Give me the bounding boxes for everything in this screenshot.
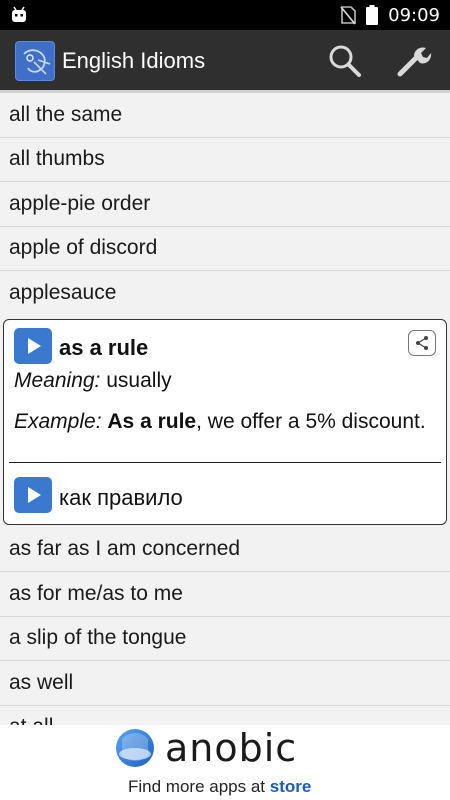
meaning-label: Meaning: (14, 368, 101, 392)
status-bar: 09:09 (0, 0, 450, 30)
play-icon[interactable] (14, 327, 52, 364)
idiom-list[interactable]: all the same all thumbs apple-pie order … (0, 93, 450, 725)
example-text: Example: As a rule, we offer a 5% discou… (14, 406, 434, 438)
ad-store-link[interactable]: store (270, 777, 312, 796)
list-item[interactable]: as far as I am concerned (0, 528, 450, 572)
meaning-text: Meaning: usually (14, 369, 172, 393)
list-item[interactable]: at all (0, 706, 450, 725)
list-item[interactable]: as for me/as to me (0, 572, 450, 617)
expanded-idiom-card[interactable]: as a rule Meaning: usually Example: As a… (3, 318, 447, 525)
app-title: English Idioms (62, 48, 206, 73)
list-item[interactable]: a slip of the tongue (0, 617, 450, 661)
example-label: Example: (14, 409, 102, 433)
battery-icon (366, 5, 379, 25)
example-rest: , we offer a 5% discount. (196, 409, 426, 433)
ad-tagline: Find more apps at store (128, 777, 312, 796)
play-icon[interactable] (14, 476, 52, 513)
idiom-title: as a rule (59, 334, 149, 360)
anobic-logo-icon (116, 729, 154, 767)
share-icon[interactable] (408, 329, 436, 356)
translation-text: как правило (59, 484, 183, 510)
list-item[interactable]: as well (0, 661, 450, 706)
list-item[interactable]: all thumbs (0, 138, 450, 182)
example-idiom: As a rule (107, 409, 197, 433)
list-item[interactable]: applesauce (0, 271, 450, 316)
no-sim-icon (340, 6, 356, 25)
action-bar: English Idioms (0, 30, 450, 90)
card-divider (9, 461, 441, 463)
clock: 09:09 (388, 4, 440, 26)
wrench-icon[interactable] (394, 42, 434, 80)
ad-banner[interactable]: anobic Find more apps at store (0, 725, 450, 800)
ad-brand: anobic (165, 726, 298, 770)
meaning-value: usually (106, 368, 172, 392)
list-item[interactable]: all the same (0, 93, 450, 138)
search-icon[interactable] (326, 42, 364, 80)
android-icon (12, 6, 26, 22)
list-item[interactable]: apple of discord (0, 227, 450, 271)
app-logo-icon[interactable] (15, 41, 55, 81)
list-item[interactable]: apple-pie order (0, 182, 450, 227)
